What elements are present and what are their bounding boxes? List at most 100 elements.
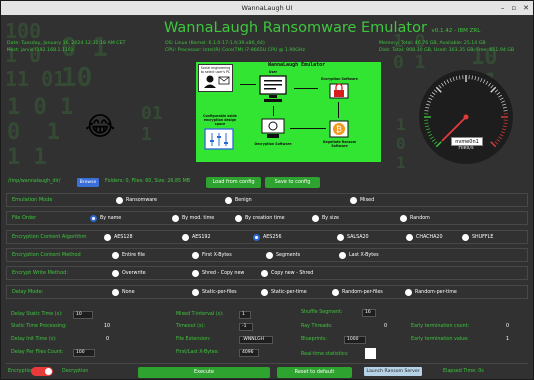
radio-button[interactable] bbox=[172, 214, 179, 222]
first-last-bytes-input[interactable]: 4096 bbox=[239, 349, 259, 357]
radio-button[interactable] bbox=[261, 269, 268, 277]
radio-chacha20[interactable]: CHACHA20 bbox=[406, 233, 443, 241]
radio-salsa20[interactable]: SALSA20 bbox=[337, 233, 369, 241]
option-label: By size bbox=[322, 215, 339, 221]
radio-button[interactable] bbox=[406, 233, 413, 241]
radio-button[interactable] bbox=[332, 288, 339, 296]
radio-button[interactable] bbox=[225, 196, 232, 204]
radio-button[interactable] bbox=[90, 214, 97, 222]
execute-button[interactable]: Execute bbox=[138, 367, 270, 378]
matrix-decoration: 01 1 bbox=[141, 103, 163, 145]
radio-shred-copy-new[interactable]: Shred - Copy new bbox=[192, 269, 244, 277]
files-speed-gauge: 0 files Files/s bbox=[419, 70, 513, 164]
radio-entire-file[interactable]: Entire file bbox=[112, 251, 145, 259]
radio-button[interactable] bbox=[112, 251, 119, 259]
static-time-processing-value[interactable]: 10 bbox=[104, 323, 110, 331]
radio-static-per-time[interactable]: Static-per-time bbox=[261, 288, 307, 296]
gauge-tick bbox=[494, 89, 499, 93]
radio-ransomware[interactable]: Ransomware bbox=[116, 196, 157, 204]
computer-icon bbox=[259, 75, 287, 102]
delay-per-files-input[interactable]: 100 bbox=[73, 349, 95, 357]
radio-none[interactable]: None bbox=[112, 288, 135, 296]
memory-info: Memory: Total: 46.76 GB, Available: 25.1… bbox=[379, 41, 486, 46]
realtime-stats-checkbox[interactable] bbox=[365, 348, 376, 359]
save-config-button[interactable]: Save to config bbox=[265, 177, 320, 188]
radio-random[interactable]: Random bbox=[400, 214, 430, 222]
radio-by-size[interactable]: By size bbox=[312, 214, 339, 222]
radio-button[interactable] bbox=[235, 214, 242, 222]
radio-button[interactable] bbox=[400, 214, 407, 222]
first-last-bytes-label: First/Last X-Bytes: bbox=[176, 350, 219, 355]
blueprints-input[interactable]: 1000 bbox=[344, 336, 366, 344]
radio-button[interactable] bbox=[112, 288, 119, 296]
radio-benign[interactable]: Benign bbox=[225, 196, 252, 204]
matrix-decoration: 100 1 0 11 01 bbox=[5, 19, 66, 91]
radio-button[interactable] bbox=[312, 214, 319, 222]
radio-button[interactable] bbox=[192, 251, 199, 259]
radio-button[interactable] bbox=[337, 233, 344, 241]
mode-toggle[interactable] bbox=[31, 367, 53, 376]
option-label: SHUFFLE bbox=[472, 234, 494, 240]
radio-button[interactable] bbox=[462, 233, 469, 241]
timeout-input[interactable]: -1 bbox=[239, 323, 253, 331]
minimize-icon[interactable]: – bbox=[501, 1, 505, 15]
gauge-tick bbox=[441, 82, 444, 87]
row-label: Encryption Content Method bbox=[12, 252, 81, 258]
radio-random-per-files[interactable]: Random-per-files bbox=[332, 288, 383, 296]
radio-segments[interactable]: Segments bbox=[266, 251, 300, 259]
radio-button[interactable] bbox=[104, 233, 111, 241]
arrow-icon bbox=[273, 106, 274, 116]
ray-threads-value[interactable]: 0 bbox=[384, 323, 387, 331]
gauge-tick bbox=[425, 128, 430, 131]
radio-by-creation-time[interactable]: By creation time bbox=[235, 214, 285, 222]
radio-aes128[interactable]: AES128 bbox=[104, 233, 133, 241]
radio-button[interactable] bbox=[192, 269, 199, 277]
radio-copy-new-shred[interactable]: Copy new - Shred bbox=[261, 269, 313, 277]
radio-button[interactable] bbox=[339, 251, 346, 259]
directory-path[interactable]: /tmp/wannalaugh_dir/ bbox=[8, 178, 60, 186]
disk-select-input[interactable]: nvme0n1 bbox=[451, 137, 483, 146]
early-termination-value-value[interactable]: 1 bbox=[506, 336, 509, 344]
radio-button[interactable] bbox=[192, 288, 199, 296]
radio-button[interactable] bbox=[253, 233, 260, 241]
launch-ransom-server-button[interactable]: Launch Ransom Server bbox=[364, 367, 422, 376]
radio-by-mod-time[interactable]: By mod. time bbox=[172, 214, 214, 222]
gauge-tick bbox=[427, 100, 432, 103]
title-bar: WannaLaugh UI – ▫ ✕ bbox=[1, 1, 533, 15]
radio-aes256[interactable]: AES256 bbox=[253, 233, 282, 241]
radio-static-per-files[interactable]: Static-per-files bbox=[192, 288, 237, 296]
mixed-interval-input[interactable]: 1 bbox=[239, 311, 251, 319]
laughing-emoji-icon: 😂 bbox=[85, 112, 116, 142]
radio-button[interactable] bbox=[261, 288, 268, 296]
close-icon[interactable]: ✕ bbox=[523, 1, 529, 15]
radio-button[interactable] bbox=[266, 251, 273, 259]
realtime-stats-label: Real-time statistics: bbox=[301, 352, 349, 357]
delay-static-input[interactable]: 10 bbox=[73, 311, 93, 319]
radio-button[interactable] bbox=[182, 233, 189, 241]
maximize-icon[interactable]: ▫ bbox=[511, 1, 516, 15]
radio-button[interactable] bbox=[112, 269, 119, 277]
radio-shuffle[interactable]: SHUFFLE bbox=[462, 233, 493, 241]
reset-default-button[interactable]: Reset to default bbox=[277, 367, 352, 378]
radio-mixed[interactable]: Mixed bbox=[350, 196, 374, 204]
radio-by-name[interactable]: By name bbox=[90, 214, 121, 222]
file-extension-input[interactable]: .WNNLGH bbox=[239, 336, 273, 344]
radio-button[interactable] bbox=[405, 288, 412, 296]
bitcoin-icon: ₿ bbox=[329, 120, 349, 138]
load-config-button[interactable]: Load from config bbox=[206, 177, 261, 188]
arrow-icon bbox=[290, 128, 326, 129]
app-window: WannaLaugh UI – ▫ ✕ 100 1 0 11 01 0 1 10 1 … bbox=[0, 0, 534, 380]
browse-button[interactable]: Browse bbox=[77, 178, 99, 187]
radio-last-x-bytes[interactable]: Last X-Bytes bbox=[339, 251, 379, 259]
radio-button[interactable] bbox=[350, 196, 357, 204]
shuffle-segment-input[interactable]: 16 bbox=[362, 309, 376, 317]
radio-random-per-time[interactable]: Random-per-time bbox=[405, 288, 457, 296]
row-label: Emulation Mode bbox=[12, 197, 53, 203]
radio-overwrite[interactable]: Overwrite bbox=[112, 269, 146, 277]
early-termination-count-value[interactable]: 0 bbox=[506, 323, 509, 331]
row-label: Encrypt Write Method: bbox=[12, 270, 69, 276]
radio-aes192[interactable]: AES192 bbox=[182, 233, 211, 241]
radio-first-x-bytes[interactable]: First X-Bytes bbox=[192, 251, 232, 259]
radio-button[interactable] bbox=[116, 196, 123, 204]
delay-init-value[interactable]: 0 bbox=[106, 336, 109, 344]
